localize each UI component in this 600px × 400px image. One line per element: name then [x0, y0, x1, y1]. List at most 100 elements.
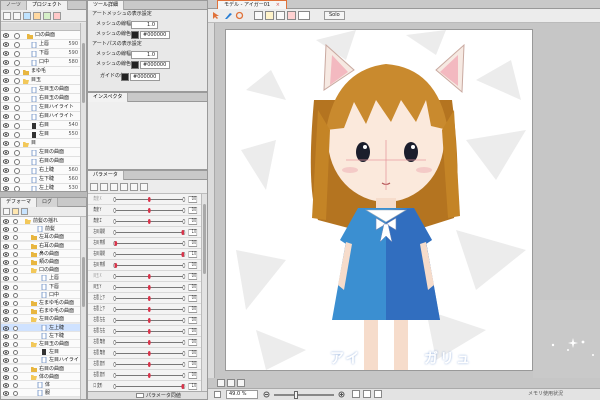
parameter-value-input[interactable]: 0.0 [188, 262, 198, 269]
lock-toggle[interactable] [13, 301, 18, 306]
select-tool-icon[interactable] [212, 11, 221, 22]
rotate-view-icon[interactable] [237, 379, 245, 387]
lock-toggle[interactable] [13, 358, 18, 364]
lock-toggle[interactable] [13, 227, 18, 233]
lock-toggle[interactable] [14, 51, 20, 57]
slider-handle[interactable] [147, 208, 151, 213]
eye-icon[interactable] [2, 42, 10, 48]
parameter-value-input[interactable]: 1.0 [188, 229, 198, 236]
deformer-tree-row[interactable]: 左目 [1, 348, 86, 357]
paste-button[interactable] [33, 11, 41, 20]
close-icon[interactable]: × [276, 2, 280, 8]
parameter-value-input[interactable]: 0.0 [188, 218, 198, 225]
eye-icon[interactable] [2, 301, 10, 306]
eye-icon[interactable] [2, 60, 10, 66]
lock-toggle[interactable] [14, 42, 20, 48]
new-part-button[interactable] [3, 11, 11, 20]
artboard[interactable]: アイ ガリュ [225, 29, 533, 371]
lock-toggle[interactable] [14, 123, 20, 129]
deform-toggle-icon[interactable] [298, 11, 310, 20]
status-fit-icon[interactable] [363, 390, 371, 398]
tab-parameters[interactable]: パラメータ [88, 171, 124, 180]
lock-toggle[interactable] [13, 260, 18, 265]
eye-icon[interactable] [2, 391, 10, 396]
parameter-value-input[interactable]: 0.0 [188, 328, 198, 335]
slider-handle[interactable] [147, 340, 151, 345]
parameter-row[interactable]: 右眉 変形 0.0 [88, 370, 202, 381]
lock-toggle[interactable] [14, 105, 20, 111]
eye-icon[interactable] [2, 342, 10, 347]
zoom-slider[interactable] [274, 391, 334, 399]
param-reset-button[interactable] [120, 182, 128, 191]
mesh-toggle-icon[interactable] [265, 11, 274, 20]
tab-deformer[interactable]: デフォーマ [1, 198, 38, 207]
deformer-tree-row[interactable]: 右まゆ毛の曲面 [1, 307, 86, 316]
eye-icon[interactable] [2, 317, 10, 323]
eye-icon[interactable] [2, 132, 10, 138]
parameter-value-input[interactable]: 0.0 [188, 196, 198, 203]
param-table-button[interactable] [140, 182, 148, 191]
eye-icon[interactable] [2, 114, 10, 120]
lock-toggle[interactable] [13, 383, 18, 388]
project-tree-row[interactable]: 右目の曲面 [1, 157, 86, 166]
eye-icon[interactable] [2, 159, 10, 165]
mesh2-width-input[interactable]: 1.0 [131, 51, 158, 59]
parameter-row[interactable]: 左眉 角度 0.0 [88, 337, 202, 348]
project-tree-row[interactable]: 下唇 590 [1, 49, 86, 58]
project-tree-row[interactable]: 口中 580 [1, 58, 86, 67]
mesh2-color-swatch[interactable] [131, 61, 139, 69]
param-grid-button[interactable] [130, 182, 138, 191]
project-tree-row[interactable]: まゆ毛 [1, 67, 86, 76]
parameter-value-input[interactable]: 0.0 [188, 350, 198, 357]
eye-icon[interactable] [2, 51, 10, 57]
eye-icon[interactable] [2, 123, 10, 129]
eye-icon[interactable] [2, 168, 10, 174]
project-tree-row[interactable]: 右目玉の曲面 [1, 94, 86, 103]
parameter-row[interactable]: 右目 開閉 1.0 [88, 249, 202, 260]
zoom-input[interactable]: 49.0 % [226, 390, 258, 399]
deformer-tree-row[interactable]: 左上睫 [1, 323, 86, 332]
zoom-out-icon[interactable] [263, 391, 271, 400]
eye-icon[interactable] [2, 177, 10, 183]
canvas-tab[interactable]: モデル - アイガー01 × [217, 0, 287, 9]
parameters-scroll-thumb[interactable] [203, 204, 206, 274]
deformer-tree-row[interactable]: 左目の曲面 [1, 315, 86, 324]
deformer-tree-row[interactable]: 体 [1, 381, 86, 389]
deformer-tree-row[interactable]: 前髪の揺れ [1, 217, 86, 225]
project-tree-row[interactable]: 目玉 [1, 76, 86, 85]
parameter-value-input[interactable]: 0.0 [188, 339, 198, 346]
eye-icon[interactable] [2, 375, 10, 380]
lock-toggle[interactable] [13, 350, 18, 356]
deformer-tree-row[interactable]: 左目ハイライト [1, 356, 86, 365]
parameters-scrollbar[interactable] [201, 194, 207, 391]
lock-toggle[interactable] [14, 132, 20, 138]
delete-button[interactable] [53, 11, 61, 20]
project-tree-row[interactable]: 左目ハイライト [1, 103, 86, 112]
fit-view-icon[interactable] [217, 379, 225, 387]
project-scroll-thumb[interactable] [82, 43, 85, 103]
eye-icon[interactable] [2, 69, 10, 75]
parameter-row[interactable]: 右眉 角度 0.0 [88, 348, 202, 359]
deformer-tree-row[interactable]: 右耳の曲面 [1, 241, 86, 250]
lock-toggle[interactable] [13, 333, 18, 339]
grid-toggle-icon[interactable] [254, 11, 263, 20]
parameter-slider[interactable] [114, 265, 185, 266]
deformer-tree-row[interactable]: 口の曲面 [1, 266, 86, 275]
slider-handle[interactable] [147, 373, 151, 378]
lock-toggle[interactable] [13, 268, 18, 274]
tab-project[interactable]: プロジェクト [26, 1, 68, 10]
lock-toggle[interactable] [13, 325, 18, 331]
parameter-value-input[interactable]: 0.0 [188, 273, 198, 280]
slider-handle[interactable] [147, 351, 151, 356]
deformer-tree-row[interactable]: 右目の曲面 [1, 364, 86, 373]
lock-toggle[interactable] [13, 276, 18, 282]
param-link-button[interactable] [90, 182, 98, 191]
deformer-scrollbar[interactable] [80, 217, 86, 399]
slider-handle[interactable] [181, 230, 185, 235]
eye-icon[interactable] [2, 96, 10, 102]
eye-icon[interactable] [2, 350, 10, 355]
eye-icon[interactable] [2, 141, 10, 147]
parameter-value-input[interactable]: 0.0 [188, 295, 198, 302]
eye-icon[interactable] [2, 260, 10, 265]
move-up-button[interactable] [43, 11, 51, 20]
